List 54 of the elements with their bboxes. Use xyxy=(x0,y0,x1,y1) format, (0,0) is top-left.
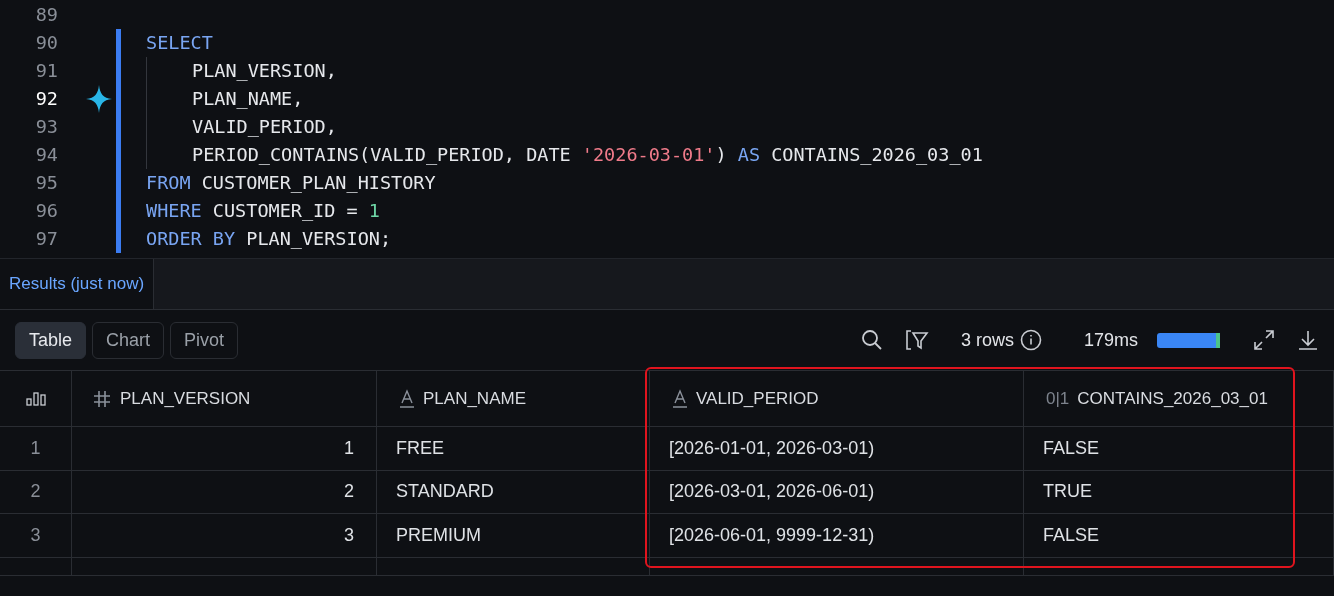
sparkle-icon[interactable] xyxy=(86,85,112,113)
boolean-type-icon: 0|1 xyxy=(1046,385,1070,412)
expand-icon[interactable] xyxy=(1253,329,1275,351)
query-duration: 179ms xyxy=(1083,328,1138,352)
table-cell: [2026-01-01, 2026-03-01) xyxy=(650,427,1024,470)
line-number: 91 xyxy=(34,59,58,84)
code-line: WHERE CUSTOMER_ID = 1 xyxy=(146,199,380,224)
table-cell: FALSE xyxy=(1024,514,1334,557)
line-number: 93 xyxy=(34,115,58,140)
text-type-icon xyxy=(399,388,415,409)
code-line: PLAN_VERSION, xyxy=(146,57,337,85)
column-header[interactable]: VALID_PERIOD xyxy=(650,371,1024,426)
hash-icon xyxy=(92,388,112,409)
table-cell: 2 xyxy=(72,470,377,513)
filter-icon[interactable] xyxy=(904,329,929,351)
view-tab[interactable]: Pivot xyxy=(170,321,239,359)
timing-bar-drawing xyxy=(1157,332,1220,348)
row-number: 3 xyxy=(0,514,72,557)
row-number: 1 xyxy=(0,427,72,470)
row-count: 3 rows xyxy=(960,328,1014,352)
results-tab[interactable]: Results (just now) xyxy=(0,259,155,309)
table-cell: STANDARD xyxy=(377,470,650,513)
view-tab[interactable]: Chart xyxy=(92,321,165,359)
line-number: 89 xyxy=(34,3,58,28)
line-number: 95 xyxy=(34,171,58,196)
table-cell: 3 xyxy=(72,514,377,557)
table-cell: FALSE xyxy=(1024,427,1334,470)
column-header[interactable]: 0|1 CONTAINS_2026_03_01 xyxy=(1024,371,1334,426)
table-cell: TRUE xyxy=(1024,470,1334,513)
line-number: 94 xyxy=(34,143,58,168)
line-number: 97 xyxy=(34,227,58,252)
code-line: SELECT xyxy=(146,31,213,56)
table-cell: [2026-03-01, 2026-06-01) xyxy=(650,470,1024,513)
download-icon[interactable] xyxy=(1297,329,1319,351)
info-icon[interactable] xyxy=(1019,329,1042,351)
line-number: 96 xyxy=(34,199,58,224)
line-number: 90 xyxy=(34,31,58,56)
code-line: VALID_PERIOD, xyxy=(146,113,337,141)
code-line: PERIOD_CONTAINS(VALID_PERIOD, DATE '2026-03-01') AS CONTAINS_2026_03_01 xyxy=(146,141,983,169)
table-cell: PREMIUM xyxy=(377,514,650,557)
text-type-icon xyxy=(672,388,688,409)
column-header[interactable]: PLAN_VERSION xyxy=(72,371,377,426)
search-icon[interactable] xyxy=(860,329,883,351)
bar-chart-icon[interactable] xyxy=(25,391,46,406)
row-number: 2 xyxy=(0,470,72,513)
code-line: ORDER BY PLAN_VERSION; xyxy=(146,227,392,252)
table-cell: FREE xyxy=(377,427,650,470)
table-cell: 1 xyxy=(72,427,377,470)
view-tab[interactable]: Table xyxy=(15,321,87,359)
code-line: PLAN_NAME, xyxy=(146,85,304,113)
column-header[interactable]: PLAN_NAME xyxy=(377,371,650,426)
line-number: 92 xyxy=(34,87,58,112)
table-cell: [2026-06-01, 9999-12-31) xyxy=(650,514,1024,557)
code-line: FROM CUSTOMER_PLAN_HISTORY xyxy=(146,171,436,196)
